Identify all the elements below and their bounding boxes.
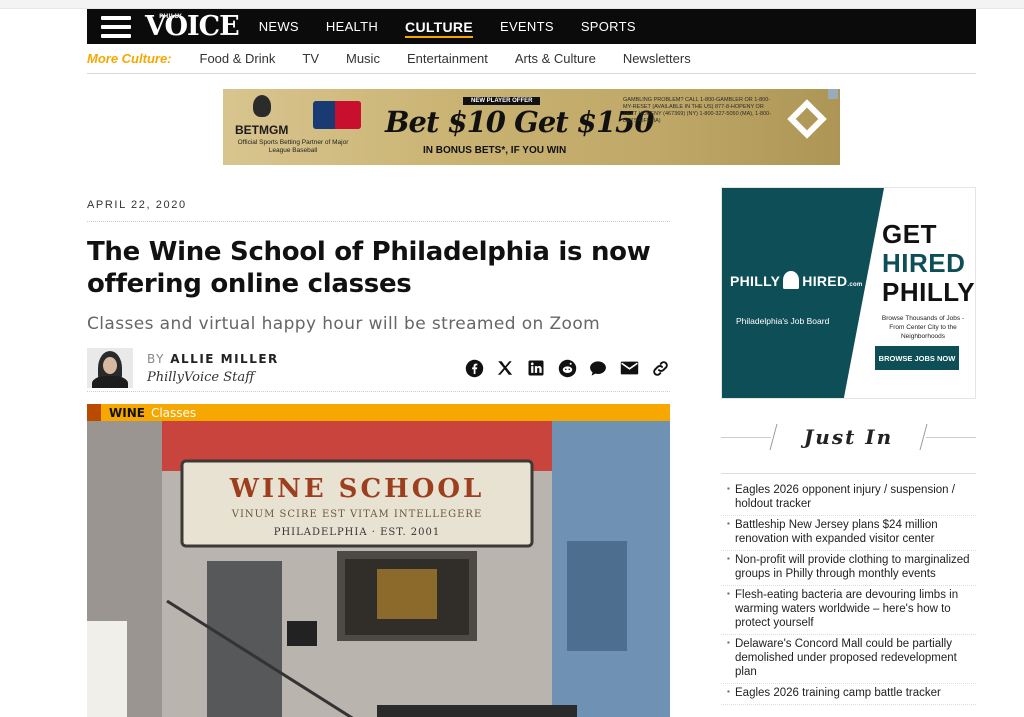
logo-prefix: PHILLY [159,13,182,20]
photo-sign-city: PHILADELPHIA · EST. 2001 [274,527,441,538]
menu-icon[interactable] [101,15,131,38]
browse-jobs-button[interactable]: BROWSE JOBS NOW [875,346,959,370]
side-ad-headline: GET HIRED PHILLY [882,220,975,307]
side-ad-teal-panel [722,188,884,398]
phillyhired-logo: PHILLY HIRED.com [730,271,863,289]
just-in-heading-block: Just In [721,420,976,454]
side-ad-tagline: Philadelphia's Job Board [736,316,830,326]
subnav-tv[interactable]: TV [302,51,319,66]
just-in-link[interactable]: Eagles 2026 training camp battle tracker [735,687,941,699]
licensee-logo-icon [787,99,827,139]
article-title: The Wine School of Philadelphia is now o… [87,237,651,299]
subnav-label: More Culture: [87,51,172,66]
side-ad-headline-2: HIRED [882,248,966,278]
link-icon[interactable] [650,358,670,378]
article-date: APRIL 22, 2020 [87,199,670,222]
side-ad-phillyhired[interactable]: PHILLY HIRED.com Philadelphia's Job Board… [721,187,976,399]
subnav-arts-culture[interactable]: Arts & Culture [515,51,596,66]
logo-hired: HIRED [802,273,848,289]
list-item: Flesh-eating bacteria are devouring limb… [721,586,976,635]
list-item: Non-profit will provide clothing to marg… [721,551,976,586]
mlb-logo-icon [313,101,361,129]
list-item: Battleship New Jersey plans $24 million … [721,516,976,551]
article-hero-photo: WINE SCHOOL VINUM SCIRE EST VITAM INTELL… [87,421,670,717]
email-icon[interactable] [619,358,639,378]
nav-events[interactable]: EVENTS [500,9,554,44]
just-in-link[interactable]: Eagles 2026 opponent injury / suspension… [735,484,955,510]
ad-badge: NEW PLAYER OFFER [463,97,541,105]
logo-suffix: .com [847,282,863,288]
category-classes-link[interactable]: Classes [151,406,196,420]
author-avatar[interactable] [87,348,133,388]
subnav-newsletters[interactable]: Newsletters [623,51,691,66]
comment-icon[interactable] [588,358,608,378]
nav-culture[interactable]: CULTURE [405,9,473,44]
just-in-link[interactable]: Flesh-eating bacteria are devouring limb… [735,589,958,629]
betmgm-lion-icon [253,95,271,117]
list-item: Eagles 2026 training camp battle tracker [721,684,976,705]
ad-headline: Bet $10 Get $150 [385,105,655,139]
author-role: PhillyVoice Staff [147,370,255,385]
nav-sports[interactable]: SPORTS [581,9,636,44]
side-ad-headline-1: GET [882,219,937,249]
just-in-divider [721,473,976,474]
ad-brand: BETMGM [235,123,289,137]
reddit-icon[interactable] [557,358,577,378]
ad-partner-text: Official Sports Betting Partner of Major… [237,139,349,154]
just-in-heading: Just In [803,425,894,449]
photo-sign-motto: VINUM SCIRE EST VITAM INTELLEGERE [231,509,483,520]
photo-sign-main: WINE SCHOOL [229,474,485,504]
nav-news[interactable]: NEWS [259,9,299,44]
author-name[interactable]: ALLIE MILLER [170,352,279,366]
top-banner-ad[interactable]: BETMGM Official Sports Betting Partner o… [223,89,840,165]
nav-health[interactable]: HEALTH [326,9,378,44]
facebook-icon[interactable] [464,358,484,378]
just-in-link[interactable]: Delaware's Concord Mall could be partial… [735,638,957,678]
byline: BY ALLIE MILLER PhillyVoice Staff [87,346,670,392]
linkedin-icon[interactable] [526,358,546,378]
sub-navbar: More Culture: Food & Drink TV Music Ente… [87,44,976,74]
x-twitter-icon[interactable] [495,358,515,378]
primary-nav: NEWS HEALTH CULTURE EVENTS SPORTS [259,9,663,44]
subnav-entertainment[interactable]: Entertainment [407,51,488,66]
side-ad-body: Browse Thousands of Jobs - From Center C… [881,315,965,340]
side-ad-headline-3: PHILLY [882,277,976,307]
liberty-bell-icon [783,271,800,289]
divider-slash-left [769,424,778,450]
list-item: Eagles 2026 opponent injury / suspension… [721,481,976,516]
ad-subline: IN BONUS BETS*, IF YOU WIN [423,145,567,156]
logo-philly: PHILLY [730,273,781,289]
browser-top-strip [0,0,1024,9]
subnav-food-drink[interactable]: Food & Drink [200,51,276,66]
just-in-link[interactable]: Battleship New Jersey plans $24 million … [735,519,938,545]
subnav-music[interactable]: Music [346,51,380,66]
byline-text: BY ALLIE MILLER [147,352,279,366]
divider-slash-right [919,424,928,450]
photo-category-bar: WINE Classes [87,404,670,421]
category-wine-link[interactable]: WINE [109,406,145,420]
main-navbar: PHILLY VOICE NEWS HEALTH CULTURE EVENTS … [87,9,976,44]
share-bar [453,358,670,378]
by-label: BY [147,352,165,366]
list-item: Delaware's Concord Mall could be partial… [721,635,976,684]
ad-fine-print: GAMBLING PROBLEM? CALL 1-800-GAMBLER OR … [623,97,772,124]
article-subtitle: Classes and virtual happy hour will be s… [87,314,601,334]
adchoices-icon[interactable] [828,89,838,99]
just-in-list: Eagles 2026 opponent injury / suspension… [721,481,976,705]
just-in-link[interactable]: Non-profit will provide clothing to marg… [735,554,970,580]
site-logo[interactable]: PHILLY VOICE [145,11,240,42]
